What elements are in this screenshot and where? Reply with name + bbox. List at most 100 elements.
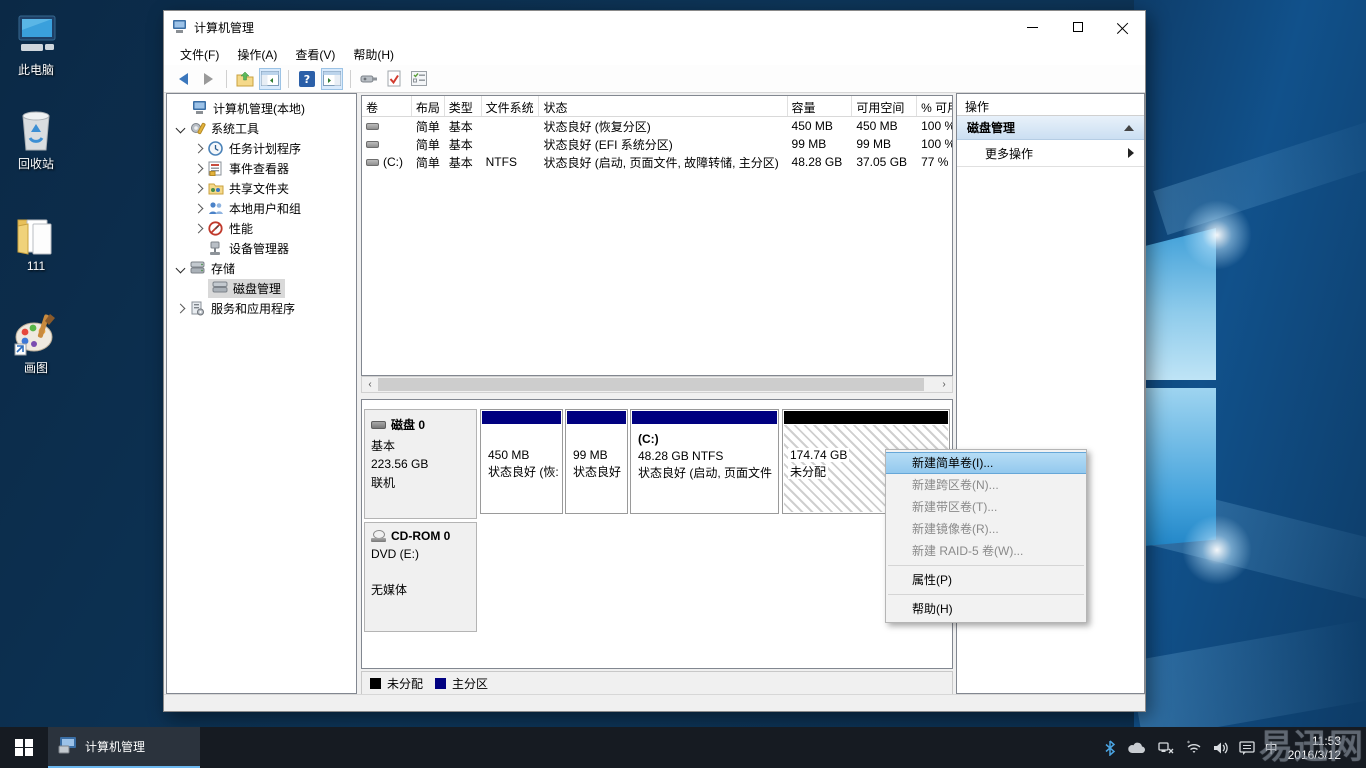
scrollbar-thumb[interactable] [378,378,924,391]
partition-color-strip [482,411,561,424]
desktop-icon-folder-111[interactable]: 111 [0,212,72,273]
back-button[interactable] [172,68,194,90]
toggle-action-pane-button[interactable] [321,68,343,90]
tree-item-computer-management[interactable]: 计算机管理(本地) [167,98,356,118]
back-icon [179,73,188,85]
check-disk-button[interactable] [383,68,405,90]
collapsed-chevron-icon[interactable] [194,183,204,193]
taskbar-app-computer-management[interactable]: 计算机管理 [48,727,200,768]
tree-item-task-scheduler[interactable]: 任务计划程序 [167,138,356,158]
tree-item-storage[interactable]: 存储 [167,258,356,278]
ime-indicator[interactable]: 中 [1265,738,1278,757]
checklist-icon [411,71,427,86]
maximize-button[interactable] [1055,11,1100,43]
partition-recovery[interactable]: 450 MB 状态良好 (恢: [480,409,563,514]
tree-item-disk-management[interactable]: 磁盘管理 [167,278,356,298]
title-bar[interactable]: 计算机管理 [164,11,1145,43]
toggle-console-tree-button[interactable] [259,68,281,90]
menu-item-new-simple-volume[interactable]: 新建简单卷(I)... [886,452,1086,474]
menu-file[interactable]: 文件(F) [172,44,227,65]
volume-row[interactable]: 简单 基本 状态良好 (EFI 系统分区) 99 MB 99 MB 100 % [362,135,952,153]
tree-item-local-users-groups[interactable]: 本地用户和组 [167,198,356,218]
volume-icon [366,141,379,148]
collapsed-chevron-icon[interactable] [194,163,204,173]
menu-separator [888,594,1084,595]
column-header-filesystem[interactable]: 文件系统 [482,96,540,116]
disk0-row: 磁盘 0 基本 223.56 GB 联机 450 MB 状态良好 (恢: [362,409,952,519]
start-button[interactable] [0,727,48,768]
tree-item-device-manager[interactable]: 设备管理器 [167,238,356,258]
submenu-arrow-icon [1128,148,1134,158]
tree-item-services-applications[interactable]: 服务和应用程序 [167,298,356,318]
collapsed-chevron-icon[interactable] [194,143,204,153]
onedrive-cloud-icon[interactable] [1127,741,1147,755]
more-actions-item[interactable]: 更多操作 [957,140,1144,167]
horizontal-scrollbar[interactable]: ‹ › [361,376,953,393]
up-folder-button[interactable] [234,68,256,90]
disk0-status: 联机 [371,474,470,491]
desktop-icon-paint[interactable]: 画图 [0,312,72,376]
tree-item-event-viewer[interactable]: 事件查看器 [167,158,356,178]
minimize-button[interactable] [1010,11,1055,43]
taskbar-clock[interactable]: 11:53 2016/3/12 [1288,734,1345,762]
menu-item-properties[interactable]: 属性(P) [886,569,1086,591]
menu-item-new-mirrored-volume: 新建镜像卷(R)... [886,518,1086,540]
disk0-label[interactable]: 磁盘 0 基本 223.56 GB 联机 [364,409,477,519]
collapsed-chevron-icon[interactable] [176,303,186,313]
desktop-icon-label: 111 [0,259,72,273]
column-header-type[interactable]: 类型 [445,96,482,116]
app-icon [58,736,78,757]
partition-c[interactable]: (C:) 48.28 GB NTFS 状态良好 (启动, 页面文件 [630,409,779,514]
device-manager-icon [208,241,224,256]
console-tree-icon [261,71,279,86]
menu-item-help[interactable]: 帮助(H) [886,598,1086,620]
tree-item-performance[interactable]: 性能 [167,218,356,238]
help-button[interactable]: ? [296,68,318,90]
collapse-icon[interactable] [1124,125,1134,131]
column-header-layout[interactable]: 布局 [412,96,445,116]
legend-primary-label: 主分区 [452,675,488,692]
disk0-type: 基本 [371,437,470,454]
scroll-left-icon[interactable]: ‹ [362,377,378,392]
collapsed-chevron-icon[interactable] [194,223,204,233]
notification-icon[interactable] [1239,741,1255,755]
column-header-status[interactable]: 状态 [539,96,787,116]
tasks-list-button[interactable] [408,68,430,90]
forward-icon [204,73,213,85]
ethernet-disconnected-icon[interactable] [1157,741,1175,755]
expanded-chevron-icon[interactable] [176,123,186,133]
menu-help[interactable]: 帮助(H) [345,44,402,65]
column-header-percent-free[interactable]: % 可用 [917,96,952,116]
column-header-free-space[interactable]: 可用空间 [852,96,917,116]
desktop-icon-this-pc[interactable]: 此电脑 [0,14,72,78]
partition-color-strip [567,411,626,424]
volume-icon[interactable] [1213,741,1229,755]
expanded-chevron-icon[interactable] [176,263,186,273]
wifi-icon[interactable]: * [1185,740,1203,755]
refresh-disk-button[interactable] [358,68,380,90]
legend-primary-swatch [435,678,446,689]
scroll-right-icon[interactable]: › [936,377,952,392]
menu-view[interactable]: 查看(V) [287,44,343,65]
partition-efi[interactable]: 99 MB 状态良好 [565,409,628,514]
volume-row[interactable]: (C:) 简单 基本 NTFS 状态良好 (启动, 页面文件, 故障转储, 主分… [362,153,952,171]
menu-action[interactable]: 操作(A) [229,44,285,65]
actions-disk-management-bar[interactable]: 磁盘管理 [957,116,1144,140]
clock-date: 2016/3/12 [1288,748,1341,762]
cdrom-label[interactable]: CD-ROM 0 DVD (E:) 无媒体 [364,522,477,632]
desktop-icon-recycle-bin[interactable]: 回收站 [0,108,72,172]
this-pc-icon [13,14,59,58]
collapsed-chevron-icon[interactable] [194,203,204,213]
tree-item-shared-folders[interactable]: 共享文件夹 [167,178,356,198]
graphical-view: 磁盘 0 基本 223.56 GB 联机 450 MB 状态良好 (恢: [361,399,953,669]
forward-button[interactable] [197,68,219,90]
volume-row[interactable]: 简单 基本 状态良好 (恢复分区) 450 MB 450 MB 100 % [362,117,952,135]
paint-icon [13,312,59,356]
tree-item-system-tools[interactable]: 系统工具 [167,118,356,138]
column-header-volume[interactable]: 卷 [362,96,412,116]
storage-icon [190,261,206,276]
bluetooth-icon[interactable] [1103,740,1117,756]
column-header-capacity[interactable]: 容量 [788,96,853,116]
svg-text:?: ? [304,73,310,86]
close-button[interactable] [1100,11,1145,43]
